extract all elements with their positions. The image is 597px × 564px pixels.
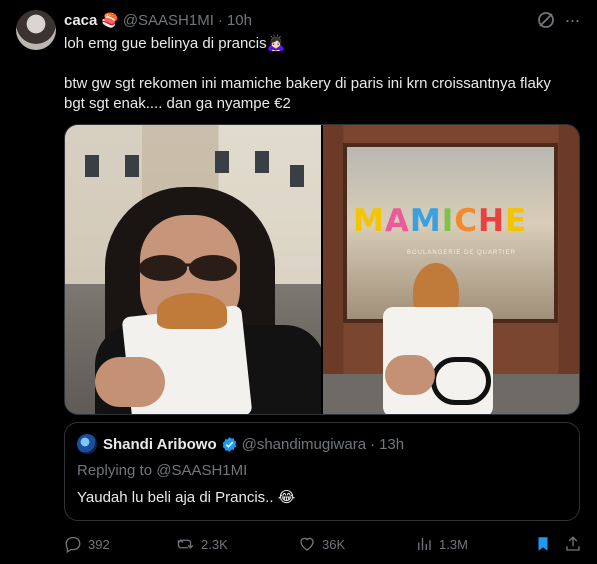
author-handle[interactable]: @SAASH1MI [123, 12, 214, 29]
more-options-icon[interactable]: ··· [562, 10, 582, 30]
tweet-timestamp[interactable]: 10h [227, 12, 252, 29]
tweet-text-line-2: btw gw sgt rekomen ini mamiche bakery di… [64, 75, 551, 92]
separator-dot: · [217, 11, 223, 29]
share-button[interactable] [564, 533, 582, 555]
reply-icon [65, 536, 81, 553]
like-count: 36K [322, 536, 346, 552]
quoted-author-name[interactable]: Shandi Aribowo [103, 436, 217, 453]
replying-mention[interactable]: @SAASH1MI [156, 462, 247, 479]
quoted-author-avatar[interactable] [77, 434, 97, 454]
reply-count: 392 [88, 536, 110, 552]
laughing-emoji-icon: 😂 [277, 489, 296, 506]
views-count: 1.3M [439, 536, 468, 552]
repost-count: 2.3K [201, 536, 228, 552]
replying-prefix: Replying to [77, 462, 157, 479]
tweet-actions: 392 2.3K 36K 1.3M [64, 533, 584, 555]
verified-badge-icon [222, 436, 236, 452]
quoted-header: Shandi Aribowo @shandimugiwara · 13h [103, 434, 404, 454]
like-button[interactable]: 36K [298, 533, 345, 555]
bookmark-icon [538, 537, 548, 551]
quoted-tweet[interactable]: Shandi Aribowo @shandimugiwara · 13h Rep… [64, 422, 580, 521]
tweet-media: MAMICHE BOULANGERIE DE QUARTIER [64, 124, 580, 415]
repost-button[interactable]: 2.3K [177, 533, 228, 555]
quoted-text-body: Yaudah lu beli aja di Prancis.. [77, 489, 274, 506]
tweet-text-line-3: bgt sgt enak.... dan ga nyampe €2 [64, 95, 291, 112]
views-icon [418, 538, 431, 550]
quoted-timestamp[interactable]: 13h [379, 436, 404, 453]
sign-subtitle: BOULANGERIE DE QUARTIER [407, 250, 516, 256]
author-name[interactable]: caca [64, 12, 97, 29]
author-avatar[interactable] [16, 10, 56, 50]
grok-icon[interactable] [536, 10, 556, 30]
replying-to: Replying to @SAASH1MI [77, 462, 247, 479]
views-button[interactable]: 1.3M [415, 533, 468, 555]
quoted-separator-dot: · [370, 435, 376, 453]
share-icon [566, 536, 580, 551]
mamiche-sign: MAMICHE [353, 203, 528, 239]
heart-icon [300, 537, 314, 551]
quoted-text: Yaudah lu beli aja di Prancis.. 😂 [77, 488, 295, 506]
bookmark-button[interactable] [534, 533, 552, 555]
photo-mamiche-storefront[interactable]: MAMICHE BOULANGERIE DE QUARTIER [323, 125, 579, 414]
repost-icon [177, 539, 194, 549]
sushi-emoji-icon: 🍣 [101, 12, 119, 28]
photo-selfie-croissant[interactable] [65, 125, 321, 414]
tweet-text-line-1: loh emg gue belinya di prancis🙇🏻‍♀️ [64, 35, 286, 52]
tweet-header: caca 🍣 @SAASH1MI · 10h [64, 10, 252, 30]
reply-button[interactable]: 392 [64, 533, 110, 555]
quoted-author-handle[interactable]: @shandimugiwara [242, 436, 366, 453]
tweet[interactable]: caca 🍣 @SAASH1MI · 10h ··· loh emg gue b… [0, 0, 597, 564]
